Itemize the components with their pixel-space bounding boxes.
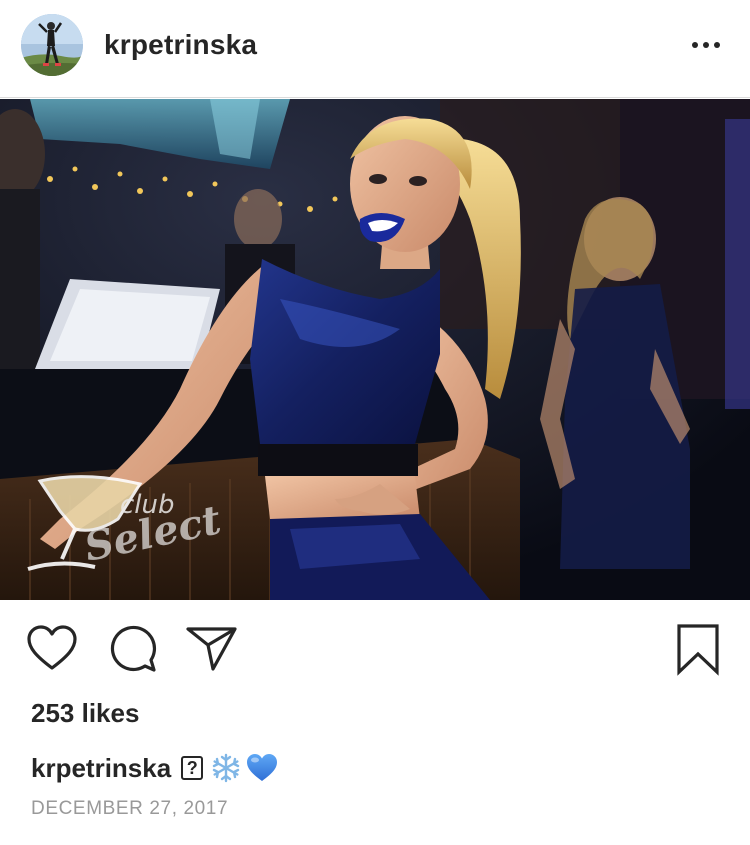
caption-text: ? <box>181 752 279 784</box>
post-username[interactable]: krpetrinska <box>104 28 257 62</box>
more-horizontal-icon <box>692 42 698 48</box>
more-options-button[interactable] <box>686 32 726 58</box>
post-header: krpetrinska <box>0 0 750 98</box>
share-button[interactable] <box>186 624 238 674</box>
more-dot <box>714 42 720 48</box>
avatar[interactable] <box>21 14 83 76</box>
photo-image: club Select <box>0 99 750 600</box>
unsupported-glyph-icon: ? <box>181 756 204 780</box>
post-date: DECEMBER 27, 2017 <box>31 798 229 819</box>
blue-heart-icon <box>247 754 278 781</box>
snowflake-icon <box>212 753 240 783</box>
save-button[interactable] <box>672 622 724 676</box>
caption-username[interactable]: krpetrinska <box>31 753 171 784</box>
bookmark-icon <box>677 624 719 676</box>
post-photo[interactable]: club Select <box>0 99 750 600</box>
avatar-image <box>21 14 83 76</box>
action-bar <box>0 600 750 696</box>
comment-button[interactable] <box>107 624 159 674</box>
paper-plane-icon <box>186 627 237 671</box>
heart-outline-icon <box>27 625 77 670</box>
caption: krpetrinska ? <box>31 748 279 788</box>
more-dot <box>703 42 709 48</box>
like-button[interactable] <box>26 624 78 674</box>
comment-bubble-icon <box>110 625 157 672</box>
likes-count[interactable]: 253 likes <box>31 697 139 729</box>
